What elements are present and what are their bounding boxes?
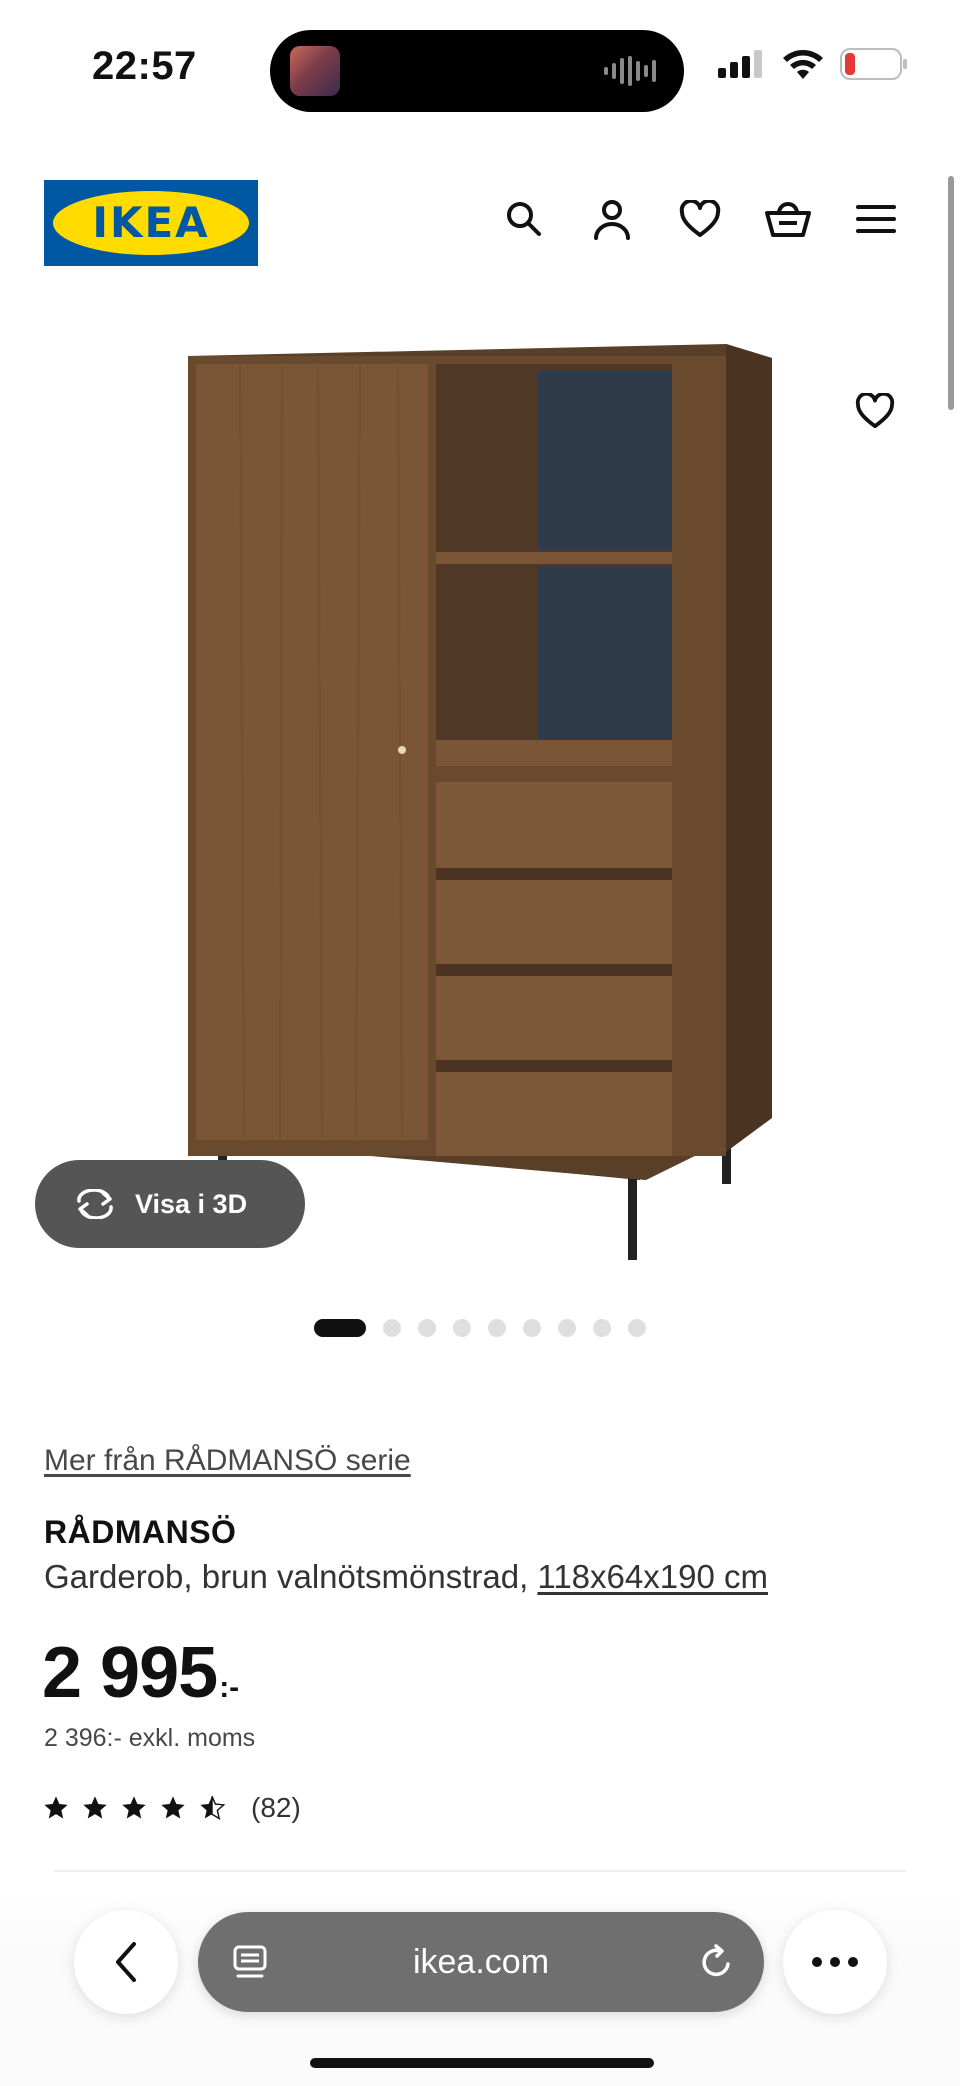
product-size-link[interactable]: 118x64x190 cm [537,1558,768,1595]
product-name: RÅDMANSÖ [44,1514,237,1550]
price-excluding-vat: 2 396:- exkl. moms [44,1724,256,1752]
star-icon [44,1796,68,1819]
logo-text: IKEA [92,198,210,247]
wardrobe-product-image [188,344,772,1260]
home-indicator[interactable] [310,2058,654,2068]
star-icon [122,1796,146,1819]
gallery-dot[interactable] [558,1319,576,1337]
gallery-dot[interactable] [418,1319,436,1337]
gallery-dot[interactable] [523,1319,541,1337]
url-text: ikea.com [412,1943,550,1981]
address-bar[interactable]: ikea.com [198,1912,764,2012]
site-header: IKEA [0,160,960,290]
gallery-dot[interactable] [488,1319,506,1337]
series-link[interactable]: Mer från RÅDMANSÖ serie [44,1444,411,1478]
view-in-3d-button[interactable]: Visa i 3D [35,1160,305,1248]
price-suffix: :- [219,1671,240,1704]
view-in-3d-label: Visa i 3D [135,1188,248,1219]
gallery-dot[interactable] [383,1319,401,1337]
menu-icon[interactable] [849,192,903,246]
section-divider [54,1870,906,1872]
star-icon [161,1796,185,1819]
add-to-favourites-button[interactable] [838,374,912,448]
product-description: Garderob, brun valnötsmönstrad, 118x64x1… [44,1558,768,1596]
rotate-3d-icon [77,1189,113,1219]
gallery-pagination [0,1316,960,1340]
signal-icon [718,50,762,78]
product-gallery[interactable] [0,300,960,1280]
gallery-dot[interactable] [593,1319,611,1337]
more-icon [812,1957,858,1967]
product-price: 2 995 :- [42,1632,239,1714]
back-button[interactable] [74,1910,178,2014]
search-icon[interactable] [497,192,551,246]
ikea-logo[interactable]: IKEA [44,180,258,266]
price-amount: 2 995 [42,1633,218,1713]
logo-oval: IKEA [53,191,249,255]
star-icon [83,1796,107,1819]
status-icons [718,46,908,82]
basket-icon[interactable] [761,192,815,246]
heart-icon [855,393,895,429]
chevron-left-icon [116,1942,136,1982]
heart-icon[interactable] [673,192,727,246]
gallery-dot[interactable] [314,1319,366,1337]
gallery-dot[interactable] [628,1319,646,1337]
wifi-icon [783,50,823,79]
status-time: 22:57 [92,44,197,88]
half-star-icon [200,1796,226,1820]
reload-icon[interactable] [696,1942,736,1982]
status-bar: 22:57 [0,0,960,130]
now-playing-artwork [290,46,340,96]
rating-count: (82) [251,1792,301,1823]
product-type: Garderob, brun valnötsmönstrad, [44,1558,538,1595]
gallery-dot[interactable] [453,1319,471,1337]
dynamic-island[interactable] [270,30,684,112]
battery-icon [840,48,907,80]
product-rating[interactable]: (82) [42,1792,301,1824]
more-options-button[interactable] [783,1910,887,2014]
audio-waveform-icon [604,56,658,86]
account-icon[interactable] [585,192,639,246]
